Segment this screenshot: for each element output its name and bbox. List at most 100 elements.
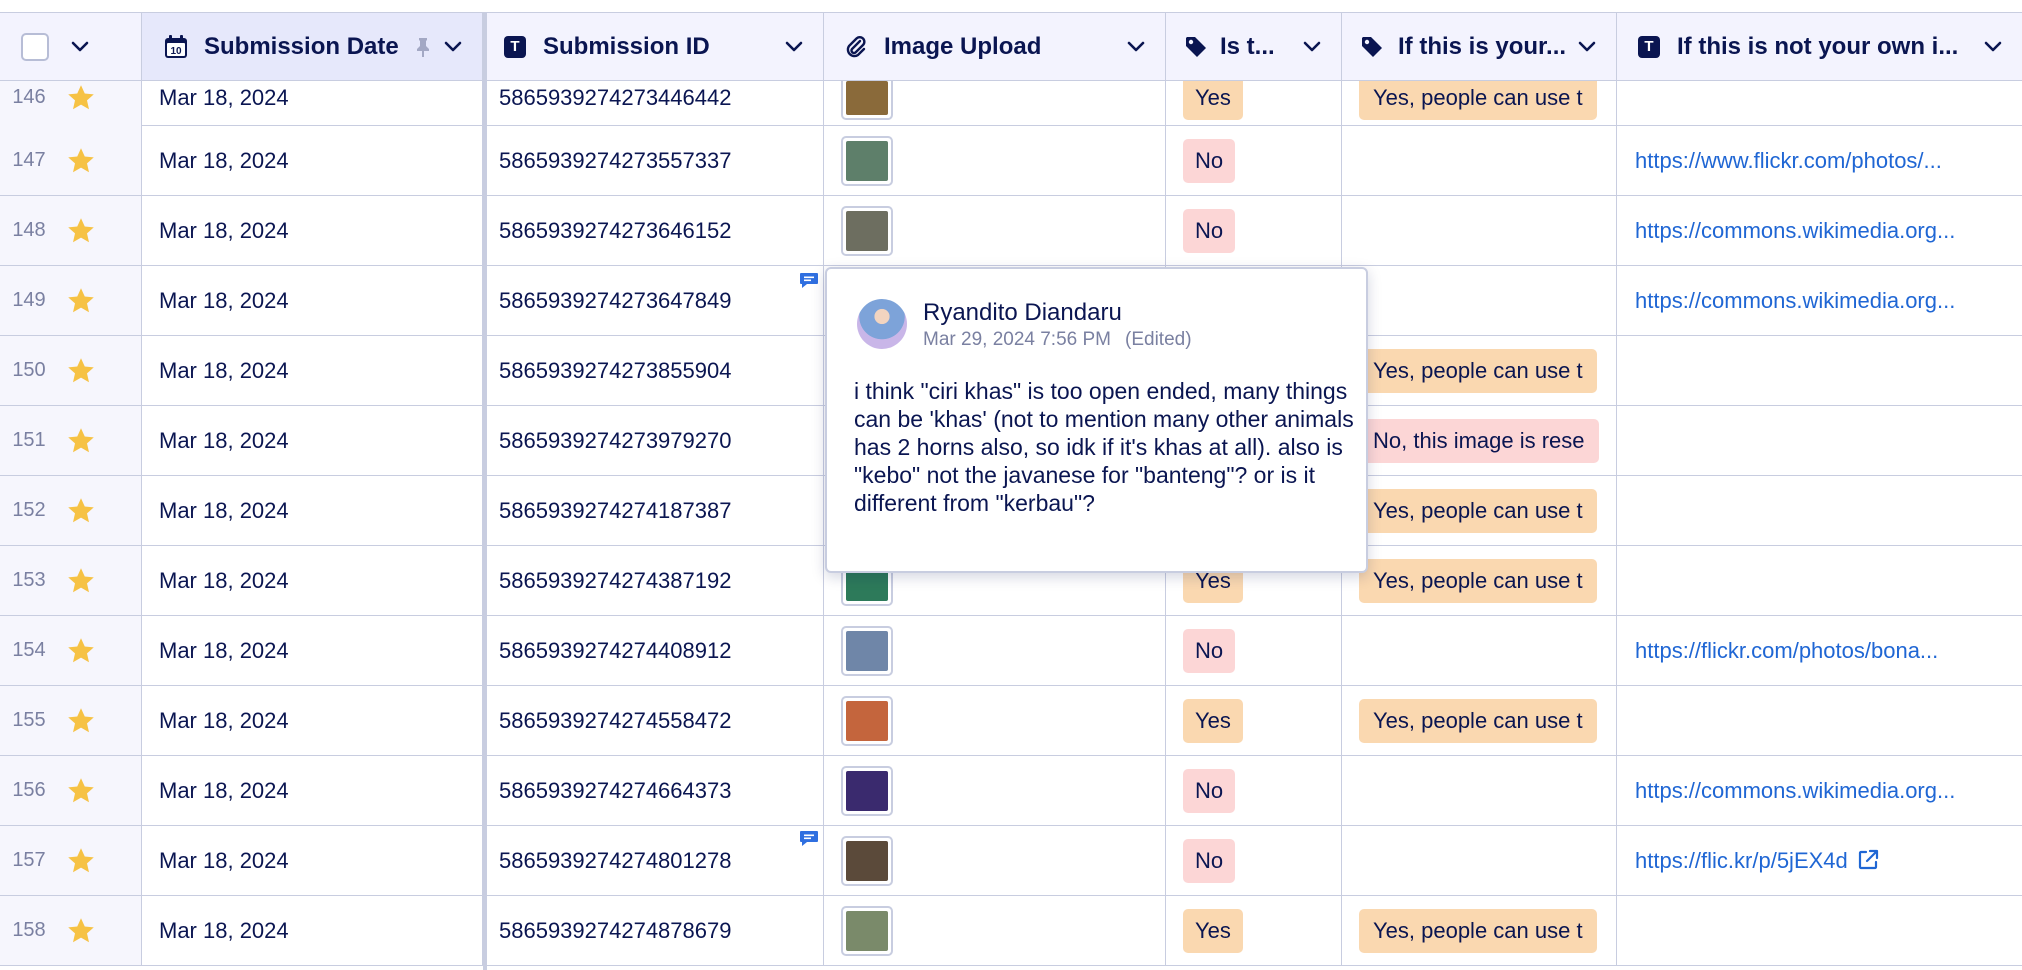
image-upload-cell[interactable] (824, 81, 1166, 126)
image-upload-cell[interactable] (824, 126, 1166, 195)
submission-date-cell[interactable]: Mar 18, 2024 (142, 546, 483, 615)
star-icon[interactable] (66, 636, 96, 666)
comment-icon[interactable] (799, 272, 819, 289)
submission-date-cell[interactable]: Mar 18, 2024 (142, 896, 483, 965)
image-thumbnail[interactable] (841, 625, 893, 676)
permission-cell[interactable] (1342, 616, 1617, 685)
submission-id-cell[interactable]: 5865939274274664373 (486, 756, 824, 825)
image-thumbnail[interactable] (841, 765, 893, 816)
column-header-submission-date[interactable]: 10 Submission Date (142, 13, 483, 80)
is-this-cell[interactable]: Yes (1166, 686, 1342, 755)
chevron-down-icon[interactable] (442, 36, 464, 58)
comment-icon[interactable] (799, 830, 819, 847)
source-url-cell[interactable]: https://commons.wikimedia.org... (1617, 756, 2022, 825)
star-icon[interactable] (66, 83, 96, 113)
source-link[interactable]: https://commons.wikimedia.org... (1635, 288, 1955, 314)
source-url-cell[interactable]: https://www.flickr.com/photos/... (1617, 126, 2022, 195)
star-icon[interactable] (66, 566, 96, 596)
column-header-submission-id[interactable]: T Submission ID (486, 13, 824, 80)
pin-icon[interactable] (412, 36, 434, 58)
permission-cell[interactable] (1342, 196, 1617, 265)
column-header-if-this-is-your[interactable]: If this is your... (1342, 13, 1617, 80)
submission-date-cell[interactable]: Mar 18, 2024 (142, 196, 483, 265)
star-icon[interactable] (66, 496, 96, 526)
permission-cell[interactable] (1342, 826, 1617, 895)
is-this-cell[interactable]: Yes (1166, 81, 1342, 126)
chevron-down-icon[interactable] (69, 36, 91, 58)
table-row[interactable]: 155 Mar 18, 2024 5865939274274558472 Yes Yes… (0, 686, 2022, 756)
submission-id-cell[interactable]: 5865939274274801278 (486, 826, 824, 895)
select-all-checkbox[interactable] (21, 32, 49, 61)
source-link[interactable]: https://flic.kr/p/5jEX4d (1635, 848, 1848, 874)
star-icon[interactable] (66, 286, 96, 316)
submission-id-cell[interactable]: 5865939274274387192 (486, 546, 824, 615)
chevron-down-icon[interactable] (1301, 36, 1323, 58)
column-header-is-this[interactable]: Is t... (1166, 13, 1342, 80)
submission-id-cell[interactable]: 5865939274274878679 (486, 896, 824, 965)
external-link-icon[interactable] (1856, 848, 1882, 874)
is-this-cell[interactable]: No (1166, 126, 1342, 195)
chevron-down-icon[interactable] (783, 36, 805, 58)
star-icon[interactable] (66, 216, 96, 246)
table-row[interactable]: 158 Mar 18, 2024 5865939274274878679 Yes Yes… (0, 896, 2022, 966)
star-icon[interactable] (66, 356, 96, 386)
submission-date-cell[interactable]: Mar 18, 2024 (142, 476, 483, 545)
permission-cell[interactable]: No, this image is rese (1342, 406, 1617, 475)
is-this-cell[interactable]: No (1166, 826, 1342, 895)
permission-cell[interactable]: Yes, people can use t (1342, 81, 1617, 126)
submission-id-cell[interactable]: 5865939274274408912 (486, 616, 824, 685)
source-url-cell[interactable]: https://commons.wikimedia.org... (1617, 196, 2022, 265)
table-row[interactable]: 154 Mar 18, 2024 5865939274274408912 No http… (0, 616, 2022, 686)
image-thumbnail[interactable] (841, 205, 893, 256)
submission-id-cell[interactable]: 5865939274273979270 (486, 406, 824, 475)
source-link[interactable]: https://flickr.com/photos/bona... (1635, 638, 1938, 664)
submission-date-cell[interactable]: Mar 18, 2024 (142, 826, 483, 895)
image-upload-cell[interactable] (824, 896, 1166, 965)
source-url-cell[interactable] (1617, 546, 2022, 615)
permission-cell[interactable]: Yes, people can use t (1342, 686, 1617, 755)
submission-date-cell[interactable]: Mar 18, 2024 (142, 406, 483, 475)
table-row[interactable]: 146 Mar 18, 2024 5865939274273446442 Yes Yes… (0, 81, 2022, 126)
permission-cell[interactable] (1342, 756, 1617, 825)
submission-id-cell[interactable]: 5865939274273557337 (486, 126, 824, 195)
source-url-cell[interactable] (1617, 81, 2022, 126)
table-row[interactable]: 157 Mar 18, 2024 5865939274274801278 No http… (0, 826, 2022, 896)
submission-date-cell[interactable]: Mar 18, 2024 (142, 756, 483, 825)
submission-id-cell[interactable]: 5865939274274187387 (486, 476, 824, 545)
permission-cell[interactable] (1342, 126, 1617, 195)
source-url-cell[interactable]: https://commons.wikimedia.org... (1617, 266, 2022, 335)
is-this-cell[interactable]: Yes (1166, 896, 1342, 965)
chevron-down-icon[interactable] (1982, 36, 2004, 58)
image-thumbnail[interactable] (841, 695, 893, 746)
image-thumbnail[interactable] (841, 905, 893, 956)
is-this-cell[interactable]: No (1166, 756, 1342, 825)
star-icon[interactable] (66, 706, 96, 736)
submission-date-cell[interactable]: Mar 18, 2024 (142, 126, 483, 195)
star-icon[interactable] (66, 846, 96, 876)
source-link[interactable]: https://commons.wikimedia.org... (1635, 218, 1955, 244)
column-header-image-upload[interactable]: Image Upload (824, 13, 1166, 80)
image-upload-cell[interactable] (824, 196, 1166, 265)
permission-cell[interactable]: Yes, people can use t (1342, 476, 1617, 545)
star-icon[interactable] (66, 426, 96, 456)
submission-date-cell[interactable]: Mar 18, 2024 (142, 81, 483, 126)
permission-cell[interactable]: Yes, people can use t (1342, 546, 1617, 615)
image-thumbnail[interactable] (841, 135, 893, 186)
submission-id-cell[interactable]: 5865939274273855904 (486, 336, 824, 405)
submission-date-cell[interactable]: Mar 18, 2024 (142, 686, 483, 755)
submission-id-cell[interactable]: 5865939274273647849 (486, 266, 824, 335)
source-url-cell[interactable] (1617, 406, 2022, 475)
source-link[interactable]: https://www.flickr.com/photos/... (1635, 148, 1942, 174)
source-url-cell[interactable]: https://flickr.com/photos/bona... (1617, 616, 2022, 685)
permission-cell[interactable]: Yes, people can use t (1342, 896, 1617, 965)
star-icon[interactable] (66, 916, 96, 946)
table-row[interactable]: 148 Mar 18, 2024 5865939274273646152 No http… (0, 196, 2022, 266)
star-icon[interactable] (66, 776, 96, 806)
image-upload-cell[interactable] (824, 686, 1166, 755)
is-this-cell[interactable]: No (1166, 616, 1342, 685)
image-upload-cell[interactable] (824, 756, 1166, 825)
source-url-cell[interactable] (1617, 896, 2022, 965)
image-upload-cell[interactable] (824, 826, 1166, 895)
image-thumbnail[interactable] (841, 81, 893, 120)
chevron-down-icon[interactable] (1125, 36, 1147, 58)
